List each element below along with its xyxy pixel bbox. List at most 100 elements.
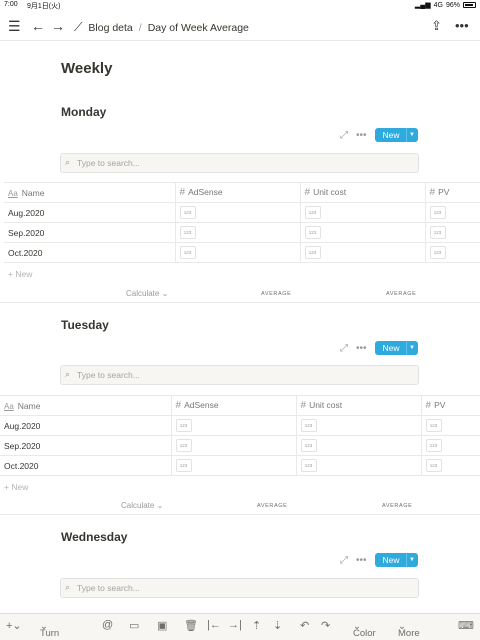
expand-icon[interactable]: ⤢ [340, 555, 348, 566]
table-row[interactable]: Sep.2020 123 123 123 [4, 222, 480, 243]
top-navigation: ☰ ← → ⟋ Blog deta / Day of Week Average … [0, 13, 480, 41]
forward-arrow-icon[interactable]: → [51, 18, 65, 34]
unit-cost-average[interactable]: AVERAGE [382, 503, 412, 509]
unit-cost-cell[interactable]: 123 [299, 242, 425, 263]
search-placeholder: Type to search... [77, 370, 140, 380]
column-header-pv[interactable]: # PV [424, 182, 480, 203]
search-input[interactable]: ⌕ Type to search... [60, 578, 419, 598]
unit-cost-cell[interactable]: 123 [295, 455, 421, 476]
turn-into-button[interactable]: Turn into ⌄ [40, 621, 59, 640]
color-button[interactable]: Color ⌄ [353, 621, 376, 639]
table-row[interactable]: Oct.2020 123 123 123 [0, 455, 480, 476]
status-date: 9月1日(火) [27, 3, 61, 10]
more-icon[interactable]: ••• [356, 343, 367, 354]
breadcrumb-parent[interactable]: Blog deta [88, 22, 132, 34]
breadcrumb-current[interactable]: Day of Week Average [148, 22, 249, 34]
adsense-cell[interactable]: 123 [174, 222, 300, 243]
pv-cell[interactable]: 123 [420, 435, 480, 456]
redo-icon[interactable]: ↷ [321, 619, 330, 632]
new-button[interactable]: New ▼ [374, 128, 418, 142]
unit-cost-cell[interactable]: 123 [295, 435, 421, 456]
column-header-name[interactable]: Aa Name [0, 395, 171, 416]
column-header-adsense[interactable]: # AdSense [170, 395, 296, 416]
adsense-cell[interactable]: 123 [174, 242, 300, 263]
move-up-icon[interactable]: ⇡ [252, 619, 261, 632]
unit-cost-average[interactable]: AVERAGE [386, 291, 416, 297]
delete-icon[interactable]: 🗑 [184, 619, 198, 632]
calculate-button[interactable]: Calculate ⌄ [126, 289, 168, 298]
more-button[interactable]: More ⌄ [398, 621, 420, 639]
more-options-icon[interactable]: ••• [455, 18, 469, 34]
expand-icon[interactable]: ⤢ [340, 343, 348, 354]
adsense-cell[interactable]: 123 [170, 435, 296, 456]
column-header-name[interactable]: Aa Name [4, 182, 175, 203]
new-button[interactable]: New ▼ [374, 341, 418, 355]
chevron-down-icon[interactable]: ▼ [405, 553, 418, 567]
expand-icon[interactable]: ⤢ [340, 130, 348, 141]
column-header-unit-cost[interactable]: # Unit cost [295, 395, 421, 416]
image-icon[interactable]: ▣ [157, 619, 167, 632]
search-placeholder: Type to search... [77, 158, 140, 168]
row-name[interactable]: Oct.2020 [4, 242, 175, 263]
undo-icon[interactable]: ↶ [300, 619, 309, 632]
row-name[interactable]: Aug.2020 [4, 202, 175, 223]
search-icon: ⌕ [65, 582, 71, 592]
outdent-icon[interactable]: |← [207, 619, 221, 631]
chevron-down-icon[interactable]: ▼ [405, 341, 418, 355]
pv-cell[interactable]: 123 [424, 222, 480, 243]
table-row[interactable]: Aug.2020 123 123 123 [0, 415, 480, 436]
table-row[interactable]: Sep.2020 123 123 123 [0, 435, 480, 456]
new-button[interactable]: New ▼ [374, 553, 418, 567]
number-placeholder: 123 [179, 226, 196, 239]
adsense-average[interactable]: AVERAGE [261, 291, 291, 297]
row-name[interactable]: Sep.2020 [0, 435, 171, 456]
number-placeholder: 123 [300, 419, 317, 432]
share-icon[interactable]: ⇪ [431, 18, 442, 34]
search-input[interactable]: ⌕ Type to search... [60, 153, 419, 173]
row-name[interactable]: Aug.2020 [0, 415, 171, 436]
number-placeholder: 123 [425, 439, 442, 452]
page-title: Weekly [61, 60, 113, 77]
keyboard-icon[interactable]: ⌨ [458, 619, 474, 632]
adsense-cell[interactable]: 123 [170, 455, 296, 476]
number-property-icon: # [429, 187, 436, 198]
number-placeholder: 123 [429, 226, 446, 239]
row-name[interactable]: Oct.2020 [0, 455, 171, 476]
indent-icon[interactable]: →| [228, 619, 242, 631]
more-icon[interactable]: ••• [356, 555, 367, 566]
number-placeholder: 123 [175, 459, 192, 472]
column-header-unit-cost[interactable]: # Unit cost [299, 182, 425, 203]
more-icon[interactable]: ••• [356, 130, 367, 141]
mention-icon[interactable]: @ [102, 619, 113, 631]
column-header-adsense[interactable]: # AdSense [174, 182, 300, 203]
pv-cell[interactable]: 123 [424, 202, 480, 223]
page-emoji-icon: ⟋ [74, 20, 83, 34]
adsense-cell[interactable]: 123 [170, 415, 296, 436]
add-block-icon[interactable]: +⌄ [6, 619, 22, 632]
move-down-icon[interactable]: ⇣ [273, 619, 282, 632]
comment-icon[interactable]: ▭ [129, 619, 139, 632]
row-name[interactable]: Sep.2020 [4, 222, 175, 243]
column-header-pv[interactable]: # PV [420, 395, 480, 416]
table-row[interactable]: Aug.2020 123 123 123 [4, 202, 480, 223]
number-property-icon: # [304, 187, 311, 198]
search-input[interactable]: ⌕ Type to search... [60, 365, 419, 385]
status-time: 7:00 [4, 1, 18, 8]
calculate-button[interactable]: Calculate ⌄ [121, 501, 163, 510]
adsense-average[interactable]: AVERAGE [257, 503, 287, 509]
number-property-icon: # [179, 187, 186, 198]
pv-cell[interactable]: 123 [420, 415, 480, 436]
add-row-button[interactable]: + New [8, 269, 32, 279]
adsense-cell[interactable]: 123 [174, 202, 300, 223]
back-arrow-icon[interactable]: ← [31, 18, 45, 34]
number-placeholder: 123 [304, 206, 321, 219]
unit-cost-cell[interactable]: 123 [299, 202, 425, 223]
add-row-button[interactable]: + New [4, 482, 28, 492]
pv-cell[interactable]: 123 [420, 455, 480, 476]
chevron-down-icon[interactable]: ▼ [405, 128, 418, 142]
unit-cost-cell[interactable]: 123 [295, 415, 421, 436]
menu-icon[interactable]: ☰ [8, 18, 21, 34]
pv-cell[interactable]: 123 [424, 242, 480, 263]
table-row[interactable]: Oct.2020 123 123 123 [4, 242, 480, 263]
unit-cost-cell[interactable]: 123 [299, 222, 425, 243]
